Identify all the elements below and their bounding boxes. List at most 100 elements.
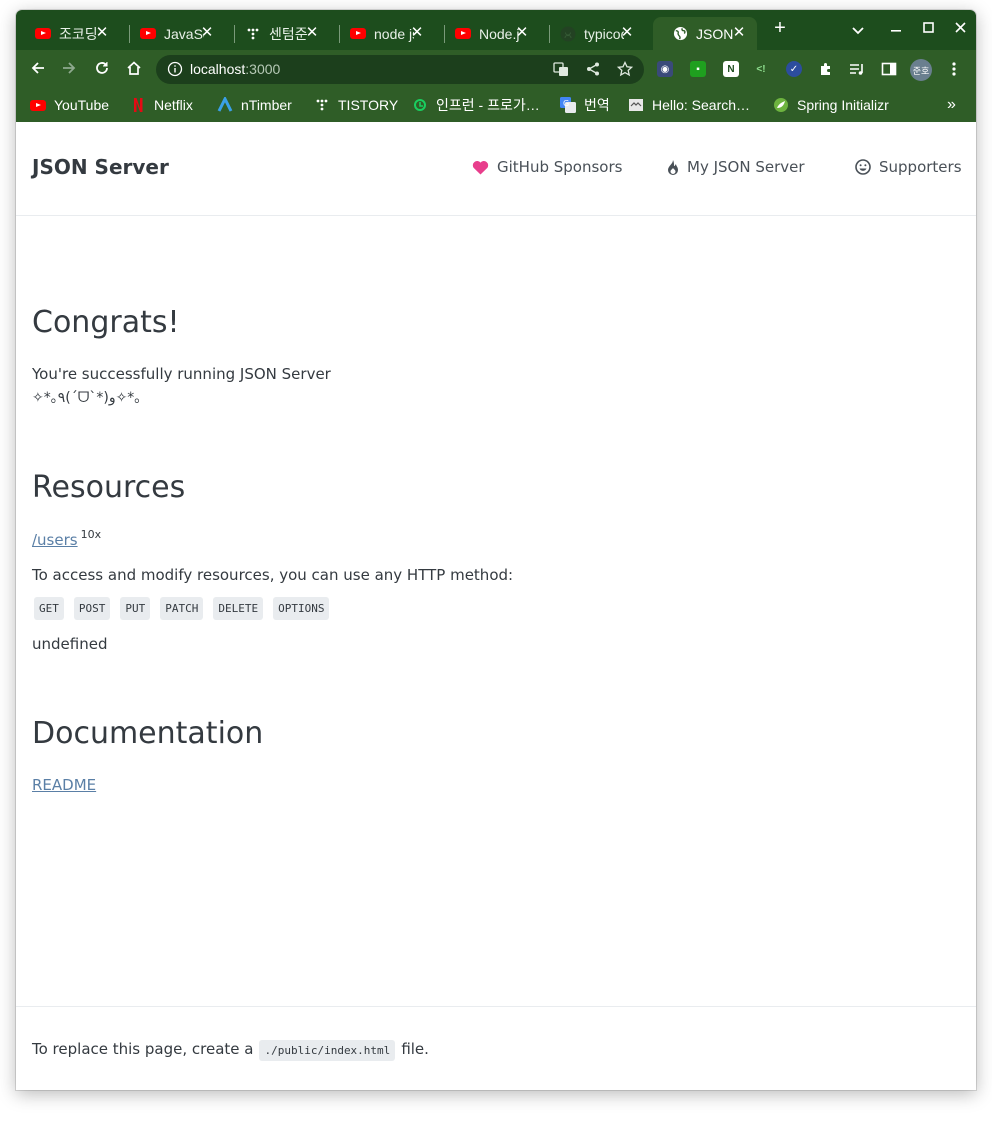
bookmark-label: YouTube	[54, 97, 110, 113]
url-text: localhost:3000	[190, 61, 281, 77]
avatar[interactable]: 준호	[910, 59, 932, 81]
side-panel-icon[interactable]	[881, 61, 897, 77]
method-badge-options: OPTIONS	[273, 597, 330, 620]
bookmark-label: Hello: Search…	[652, 97, 751, 113]
window-close-button[interactable]	[950, 20, 970, 38]
tab-typicode[interactable]: typicode ✕	[541, 17, 645, 50]
inflearn-icon	[412, 97, 428, 113]
maximize-button[interactable]	[918, 20, 938, 38]
undefined-text: undefined	[32, 635, 108, 653]
extension-icon[interactable]: <!	[753, 61, 769, 77]
readme-link[interactable]: README	[32, 776, 96, 794]
minimize-button[interactable]	[886, 20, 906, 39]
github-icon	[560, 26, 576, 42]
methods-description: To access and modify resources, you can …	[32, 566, 514, 584]
youtube-icon	[35, 26, 51, 42]
extension-icon[interactable]: ▪	[690, 61, 706, 77]
svg-text:G: G	[563, 99, 569, 108]
bookmark-netflix[interactable]: Netflix	[130, 96, 193, 114]
method-badge-post: POST	[73, 597, 111, 620]
method-badge-delete: DELETE	[213, 597, 264, 620]
back-button[interactable]	[27, 59, 49, 81]
footer-suffix: file.	[401, 1040, 429, 1058]
bookmark-label: Netflix	[154, 97, 193, 113]
users-resource-link[interactable]: /users	[32, 531, 78, 549]
resource-count: 10x	[80, 528, 102, 541]
extension-icon[interactable]: ◉	[657, 61, 673, 77]
close-icon[interactable]: ✕	[199, 25, 215, 41]
info-icon[interactable]	[167, 61, 183, 77]
footer-text: To replace this page, create a ./public/i…	[32, 1040, 429, 1061]
new-tab-button[interactable]: +	[770, 17, 790, 40]
bookmarks-bar: YouTube Netflix nTimber TISTORY 인프런 - 프로…	[16, 88, 976, 122]
flame-icon	[668, 159, 678, 175]
puzzle-icon[interactable]	[818, 61, 834, 77]
close-icon[interactable]: ✕	[304, 25, 320, 41]
youtube-icon	[140, 26, 156, 42]
method-badge-get: GET	[34, 597, 64, 620]
bookmark-spring-initializr[interactable]: Spring Initializr	[773, 96, 889, 114]
home-icon	[127, 61, 141, 75]
tab-search-button[interactable]	[848, 22, 868, 40]
reload-button[interactable]	[91, 59, 113, 81]
netflix-icon	[130, 97, 146, 113]
reload-icon	[96, 62, 108, 74]
browser-toolbar: localhost:3000 ◉ ▪ N <! ✓ 준호	[16, 50, 976, 88]
bookmark-ntimber[interactable]: nTimber	[217, 96, 292, 114]
translate-icon[interactable]	[552, 61, 570, 79]
smiley-icon	[855, 159, 871, 175]
close-icon[interactable]: ✕	[514, 25, 530, 41]
bookmark-label: 인프런 - 프로가…	[436, 97, 540, 113]
forward-button[interactable]	[58, 59, 80, 81]
resources-heading: Resources	[32, 470, 186, 505]
tab-json-active[interactable]: JSON ✕	[653, 17, 757, 50]
spring-icon	[773, 97, 789, 113]
tab-jocoding[interactable]: 조코딩 ✕	[16, 17, 120, 50]
reading-list-icon[interactable]	[849, 61, 865, 77]
menu-kebab-icon[interactable]	[946, 61, 962, 77]
extension-icon[interactable]: N	[723, 61, 739, 77]
extension-check-icon[interactable]: ✓	[786, 61, 802, 77]
nav-my-json-server[interactable]: My JSON Server	[667, 158, 805, 176]
page-content: JSON Server GitHub Sponsors My JSON Serv…	[16, 122, 976, 1090]
page-icon	[628, 97, 644, 113]
bookmark-star-icon[interactable]	[616, 60, 634, 79]
tab-title: 센텀준	[269, 25, 308, 42]
heart-icon	[472, 160, 489, 174]
congrats-text: You're successfully running JSON Server	[32, 365, 331, 383]
tab-title: typicode	[584, 25, 624, 42]
home-button[interactable]	[123, 59, 145, 81]
more-bookmarks-button[interactable]: »	[947, 96, 956, 114]
youtube-icon	[455, 26, 471, 42]
nav-label: GitHub Sponsors	[497, 158, 623, 176]
documentation-heading: Documentation	[32, 716, 264, 751]
translate-icon: G	[560, 97, 576, 113]
nav-label: Supporters	[879, 158, 962, 176]
close-icon	[954, 22, 966, 33]
tab-javascript[interactable]: JavaScript ✕	[121, 17, 225, 50]
bookmark-tistory[interactable]: TISTORY	[314, 96, 398, 114]
bookmark-translate[interactable]: G 번역	[560, 96, 610, 114]
address-bar[interactable]: localhost:3000	[156, 55, 644, 84]
bookmark-youtube[interactable]: YouTube	[30, 96, 109, 114]
footer-code-path: ./public/index.html	[259, 1040, 396, 1061]
congrats-heading: Congrats!	[32, 305, 180, 340]
tab-node-js[interactable]: node js ✕	[331, 17, 435, 50]
browser-window: 조코딩 ✕ JavaScript ✕ 센텀준 ✕ node js ✕ Node.…	[16, 10, 976, 1090]
nav-github-sponsors[interactable]: GitHub Sponsors	[472, 158, 622, 176]
tab-nodejs[interactable]: Node.js ✕	[436, 17, 540, 50]
bookmark-hello-search[interactable]: Hello: Search…	[628, 96, 750, 114]
tab-tistory[interactable]: 센텀준 ✕	[226, 17, 330, 50]
close-icon[interactable]: ✕	[619, 25, 635, 41]
close-icon[interactable]: ✕	[731, 25, 747, 41]
site-brand[interactable]: JSON Server	[32, 155, 169, 179]
close-icon[interactable]: ✕	[409, 25, 425, 41]
bookmark-inflearn[interactable]: 인프런 - 프로가…	[412, 96, 540, 114]
share-icon[interactable]	[584, 61, 602, 79]
tab-title: JSON	[696, 25, 734, 42]
bookmark-label: TISTORY	[338, 97, 399, 113]
nav-supporters[interactable]: Supporters	[855, 158, 962, 176]
resource-item: /users 10x	[32, 528, 102, 549]
maximize-icon	[922, 22, 934, 33]
close-icon[interactable]: ✕	[94, 25, 110, 41]
